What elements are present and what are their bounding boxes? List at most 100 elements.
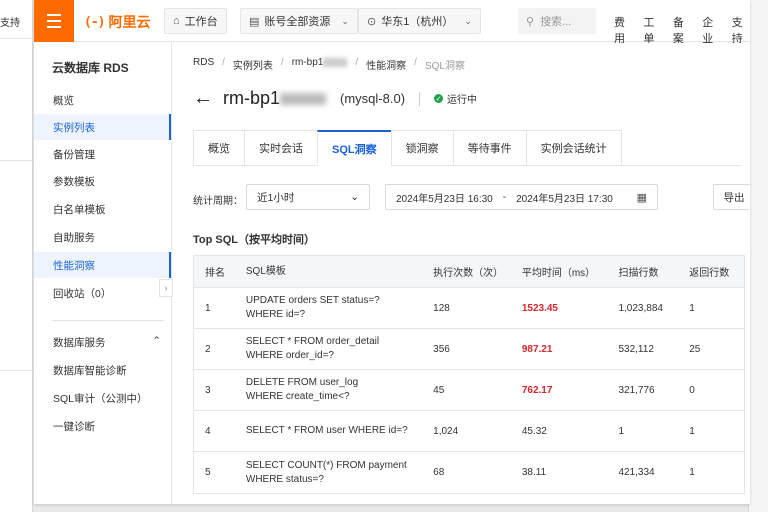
top-link-enterprise[interactable]: 企业 xyxy=(702,14,720,46)
engine-version: (mysql-8.0) xyxy=(340,91,406,106)
home-icon: ⌂ xyxy=(173,15,180,27)
sql-line: SELECT * FROM user WHERE id=? xyxy=(245,425,408,436)
sidebar: 云数据库 RDS 概览 实例列表 备份管理 参数模板 白名单模板 自助服务 性能… xyxy=(34,43,173,504)
table-row[interactable]: 2 SELECT * FROM order_detail WHERE order_… xyxy=(194,329,744,370)
breadcrumb-instances[interactable]: 实例列表 xyxy=(233,57,273,72)
cell-sql: UPDATE orders SET status=? WHERE id=? xyxy=(235,294,428,322)
top-link-billing[interactable]: 费用 xyxy=(614,14,632,46)
breadcrumb-instance[interactable]: rm-bp1 xyxy=(292,57,348,72)
search-placeholder: 搜索... xyxy=(540,16,572,28)
collapse-sidebar-icon[interactable]: › xyxy=(159,279,173,297)
sidebar-item-instances[interactable]: 实例列表 xyxy=(34,114,171,140)
table-header: 排名 SQL模板 执行次数（次） 平均时间（ms） 扫描行数 返回行数 xyxy=(194,256,744,288)
breadcrumb-separator: / xyxy=(222,57,225,68)
logo-mark: (-) xyxy=(84,14,106,30)
breadcrumb-separator: / xyxy=(414,57,417,68)
top-link-ticket[interactable]: 工单 xyxy=(643,14,661,46)
menu-icon[interactable] xyxy=(34,0,74,42)
sidebar-item-param-templates[interactable]: 参数模板 xyxy=(34,168,171,194)
cell-rows-returned: 1 xyxy=(689,425,695,437)
sidebar-item-one-click-diagnosis[interactable]: 一键诊断 xyxy=(34,413,171,439)
cell-sql: SELECT COUNT(*) FROM payment WHERE status… xyxy=(235,459,428,487)
cell-rank: 1 xyxy=(205,302,211,314)
table-row[interactable]: 1 UPDATE orders SET status=? WHERE id=? 1… xyxy=(194,288,744,329)
sidebar-divider xyxy=(52,320,164,321)
column-header-rows-returned: 返回行数 xyxy=(689,268,730,279)
breadcrumb-rds[interactable]: RDS xyxy=(193,57,214,72)
background-text: 支持 xyxy=(0,18,20,29)
period-label: 统计周期： xyxy=(193,196,243,207)
cell-avg-time: 987.21 xyxy=(521,343,553,355)
cell-avg-time: 45.32 xyxy=(521,425,547,437)
top-links: 费用 工单 备案 企业 支持 xyxy=(614,14,750,46)
document-icon: ▤ xyxy=(249,15,260,28)
sidebar-section-label: 数据库服务 xyxy=(53,337,106,349)
chevron-down-icon: ⌄ xyxy=(464,15,472,26)
table-row[interactable]: 5 SELECT COUNT(*) FROM payment WHERE stat… xyxy=(194,452,744,493)
tab-overview[interactable]: 概览 xyxy=(193,130,244,166)
sql-line: WHERE status=? xyxy=(245,473,324,485)
sidebar-item-smart-diagnosis[interactable]: 数据库智能诊断 xyxy=(34,357,171,383)
table-row[interactable]: 4 SELECT * FROM user WHERE id=? 1,024 45… xyxy=(194,411,744,452)
tab-realtime-sessions[interactable]: 实时会话 xyxy=(244,130,317,166)
redacted-text xyxy=(323,57,348,67)
range-dash: - xyxy=(502,191,507,203)
cell-rank: 3 xyxy=(205,384,211,396)
region-dropdown[interactable]: ⊙ 华东1（杭州） ⌄ xyxy=(358,8,481,34)
cell-rows-returned: 25 xyxy=(689,343,701,355)
tab-session-stats[interactable]: 实例会话统计 xyxy=(525,130,622,166)
sql-line: DELETE FROM user_log xyxy=(245,377,359,388)
check-circle-icon: ✓ xyxy=(434,94,444,103)
sidebar-item-overview[interactable]: 概览 xyxy=(34,87,171,113)
breadcrumb-instance-label: rm-bp1 xyxy=(291,57,324,68)
page-title: ← rm-bp1 (mysql-8.0) ✓ 运行中 xyxy=(193,87,477,110)
sidebar-item-sql-audit[interactable]: SQL审计（公测中） xyxy=(34,385,171,411)
cell-rows-scanned: 532,112 xyxy=(618,343,654,355)
sql-line: WHERE id=? xyxy=(245,309,306,320)
top-sql-table: 排名 SQL模板 执行次数（次） 平均时间（ms） 扫描行数 返回行数 1 UP… xyxy=(193,255,745,494)
breadcrumb-separator: / xyxy=(280,57,284,68)
sidebar-item-performance-insight[interactable]: 性能洞察 xyxy=(34,252,171,278)
brand-logo[interactable]: (-) 阿里云 xyxy=(84,12,150,32)
tab-lock-insight[interactable]: 锁洞察 xyxy=(390,130,453,166)
period-select[interactable]: 近1小时 ⌄ xyxy=(246,184,370,210)
search-icon: ⚲ xyxy=(526,15,535,28)
chevron-down-icon: ⌄ xyxy=(341,15,349,26)
top-bar: (-) 阿里云 ⌂ 工作台 ▤ 账号全部资源 ⌄ ⊙ 华东1（杭州） ⌄ ⚲ 搜… xyxy=(34,0,750,45)
cell-sql: SELECT * FROM user WHERE id=? xyxy=(235,424,428,438)
account-scope-dropdown[interactable]: ▤ 账号全部资源 ⌄ xyxy=(240,8,358,34)
period-value: 近1小时 xyxy=(257,191,295,204)
region-label: 华东1（杭州） xyxy=(381,16,454,28)
divider xyxy=(0,38,33,39)
location-icon: ⊙ xyxy=(367,15,377,28)
tab-bar: 概览 实时会话 SQL洞察 锁洞察 等待事件 实例会话统计 xyxy=(193,130,741,166)
breadcrumb-separator: / xyxy=(355,57,359,68)
cell-rows-scanned: 421,334 xyxy=(618,467,655,478)
sql-line: SELECT COUNT(*) FROM payment xyxy=(245,459,407,471)
date-range-picker[interactable]: 2024年5月23日 16:30 - 2024年5月23日 17:30 ▦ xyxy=(385,184,658,210)
back-arrow-icon[interactable]: ← xyxy=(193,87,213,110)
breadcrumb-performance[interactable]: 性能洞察 xyxy=(366,57,406,72)
table-row[interactable]: 3 DELETE FROM user_log WHERE create_time<… xyxy=(194,370,744,411)
top-link-icp[interactable]: 备案 xyxy=(673,14,691,46)
workbench-button[interactable]: ⌂ 工作台 xyxy=(164,8,227,34)
cell-avg-time: 38.11 xyxy=(521,467,547,478)
sidebar-section-db-services[interactable]: 数据库服务 ⌃ xyxy=(53,335,161,350)
breadcrumb-current: SQL洞察 xyxy=(424,61,465,72)
sidebar-item-self-service[interactable]: 自助服务 xyxy=(34,224,171,250)
sidebar-item-recycle-bin[interactable]: 回收站（0） xyxy=(34,280,171,306)
sidebar-item-whitelist[interactable]: 白名单模板 xyxy=(34,196,171,222)
background-window-left: 支持 xyxy=(0,0,33,512)
sidebar-item-backup[interactable]: 备份管理 xyxy=(34,141,171,167)
sql-line: WHERE create_time<? xyxy=(245,391,350,402)
sql-line: SELECT * FROM order_detail xyxy=(245,336,380,347)
search-input[interactable]: ⚲ 搜索... xyxy=(518,8,596,34)
tab-sql-insight[interactable]: SQL洞察 xyxy=(317,130,391,166)
divider xyxy=(0,370,33,371)
top-link-support[interactable]: 支持 xyxy=(732,14,750,46)
background-window-right xyxy=(748,0,768,512)
main-content: RDS / 实例列表 / rm-bp1 / 性能洞察 / SQL洞察 ← rm-… xyxy=(173,43,750,504)
status-text: 运行中 xyxy=(447,95,478,106)
export-button[interactable]: 导出 xyxy=(713,184,750,210)
tab-wait-events[interactable]: 等待事件 xyxy=(452,130,526,166)
